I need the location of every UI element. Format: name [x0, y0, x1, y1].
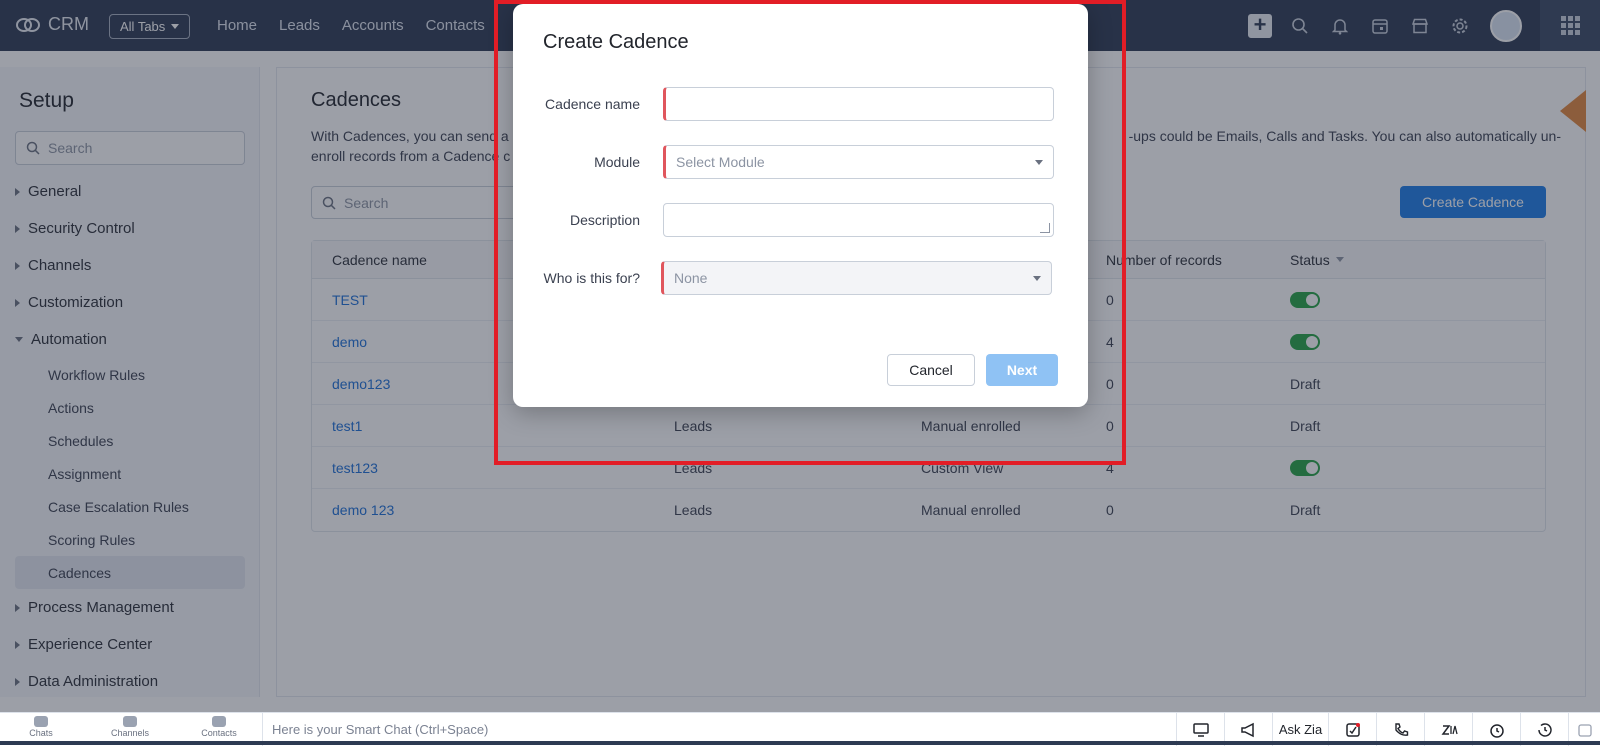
bottom-chats[interactable]: Chats	[11, 716, 71, 738]
bottom-channels-label: Channels	[110, 728, 150, 738]
phone-icon	[1394, 722, 1408, 736]
bottom-channels[interactable]: Channels	[100, 716, 160, 738]
zia-icon	[1441, 724, 1458, 735]
history-icon	[1537, 722, 1552, 737]
bottom-contacts-label: Contacts	[201, 728, 237, 738]
megaphone-icon	[1240, 722, 1254, 737]
alarm-clock-icon	[1489, 723, 1504, 738]
archive-icon	[1577, 723, 1592, 737]
monitor-icon	[1192, 722, 1209, 737]
contacts-icon	[212, 716, 226, 727]
highlight-box	[494, 0, 1126, 465]
bottom-chats-label: Chats	[29, 728, 53, 738]
signals-icon	[1345, 722, 1360, 737]
taskbar-strip	[0, 741, 1600, 745]
chat-icon	[34, 716, 48, 727]
bottom-contacts[interactable]: Contacts	[189, 716, 249, 738]
channels-icon	[123, 716, 137, 727]
